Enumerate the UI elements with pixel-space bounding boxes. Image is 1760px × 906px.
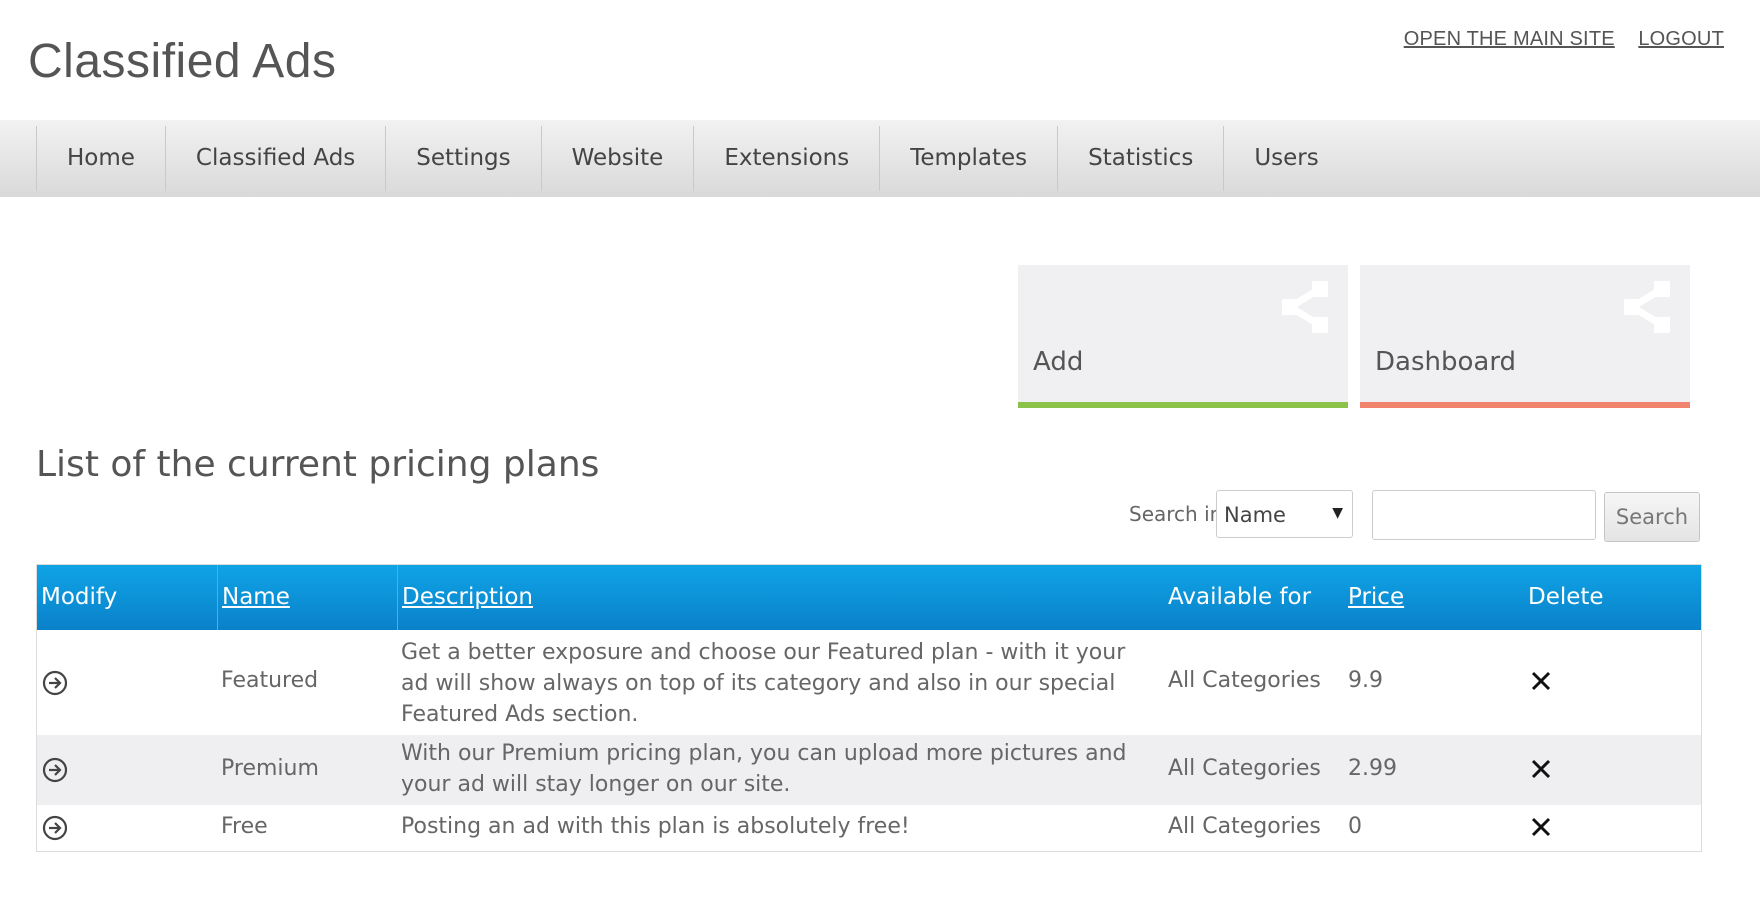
add-tile-bar [1018, 402, 1348, 408]
header-available-for: Available for [1168, 584, 1312, 610]
dashboard-tile-bar [1360, 402, 1690, 408]
main-nav: Home Classified Ads Settings Website Ext… [0, 120, 1760, 197]
plan-available-for: All Categories [1168, 756, 1321, 781]
search-in-label: Search in [1129, 502, 1223, 526]
plan-price: 2.99 [1348, 756, 1397, 781]
search-field-select[interactable]: Name ▼ [1216, 490, 1353, 538]
plan-price: 9.9 [1348, 668, 1383, 693]
add-tile-label: Add [1033, 347, 1084, 377]
sort-price-link[interactable]: Price [1348, 584, 1404, 610]
table-header: Modify Name Description Available for Pr… [37, 565, 1701, 630]
add-tile[interactable]: Add [1018, 265, 1348, 408]
nav-item-templates[interactable]: Templates [879, 126, 1057, 191]
arrow-right-circle-icon[interactable] [42, 757, 68, 783]
nav-item-classified-ads[interactable]: Classified Ads [164, 126, 385, 191]
plan-description: Get a better exposure and choose our Fea… [401, 640, 1126, 727]
pricing-plans-table: Modify Name Description Available for Pr… [36, 564, 1702, 852]
plan-price: 0 [1348, 814, 1362, 839]
dashboard-tile[interactable]: Dashboard [1360, 265, 1690, 408]
site-logo[interactable]: Classified Ads [28, 34, 336, 89]
close-icon[interactable] [1529, 669, 1553, 693]
nav-item-settings[interactable]: Settings [385, 126, 540, 191]
plan-description: With our Premium pricing plan, you can u… [401, 741, 1127, 797]
dashboard-tile-label: Dashboard [1375, 347, 1517, 377]
plan-available-for: All Categories [1168, 668, 1321, 693]
nav-item-home[interactable]: Home [36, 126, 165, 191]
header-delete: Delete [1528, 584, 1604, 610]
table-row: Free Posting an ad with this plan is abs… [37, 805, 1701, 851]
nav-item-statistics[interactable]: Statistics [1057, 126, 1223, 191]
header-price: Price [1344, 565, 1524, 630]
logout-link[interactable]: LOGOUT [1638, 28, 1724, 50]
arrow-right-circle-icon[interactable] [42, 670, 68, 696]
share-icon [1282, 281, 1328, 333]
nav-item-website[interactable]: Website [540, 126, 694, 191]
page-title: List of the current pricing plans [36, 444, 600, 485]
plan-name: Featured [221, 668, 319, 693]
sort-description-link[interactable]: Description [402, 584, 533, 610]
search-field-value: Name [1224, 503, 1286, 527]
plan-description: Posting an ad with this plan is absolute… [401, 814, 910, 839]
share-icon [1624, 281, 1670, 333]
close-icon[interactable] [1529, 815, 1553, 839]
plan-name: Free [221, 814, 268, 839]
plan-available-for: All Categories [1168, 814, 1321, 839]
sort-name-link[interactable]: Name [222, 584, 290, 610]
table-row: Premium With our Premium pricing plan, y… [37, 735, 1701, 805]
header-description: Description [397, 565, 1164, 630]
table-row: Featured Get a better exposure and choos… [37, 630, 1701, 735]
plan-name: Premium [221, 756, 319, 781]
search-input[interactable] [1372, 490, 1596, 540]
header-name: Name [217, 565, 397, 630]
close-icon[interactable] [1529, 757, 1553, 781]
nav-item-extensions[interactable]: Extensions [693, 126, 879, 191]
chevron-down-icon: ▼ [1332, 505, 1343, 521]
search-button[interactable]: Search [1604, 492, 1700, 542]
header: Classified Ads OPEN THE MAIN SITE LOGOUT [0, 0, 1760, 120]
nav-item-users[interactable]: Users [1223, 126, 1348, 191]
arrow-right-circle-icon[interactable] [42, 815, 68, 841]
open-main-site-link[interactable]: OPEN THE MAIN SITE [1404, 28, 1615, 50]
top-links: OPEN THE MAIN SITE LOGOUT [1386, 28, 1724, 51]
header-modify: Modify [41, 584, 118, 610]
